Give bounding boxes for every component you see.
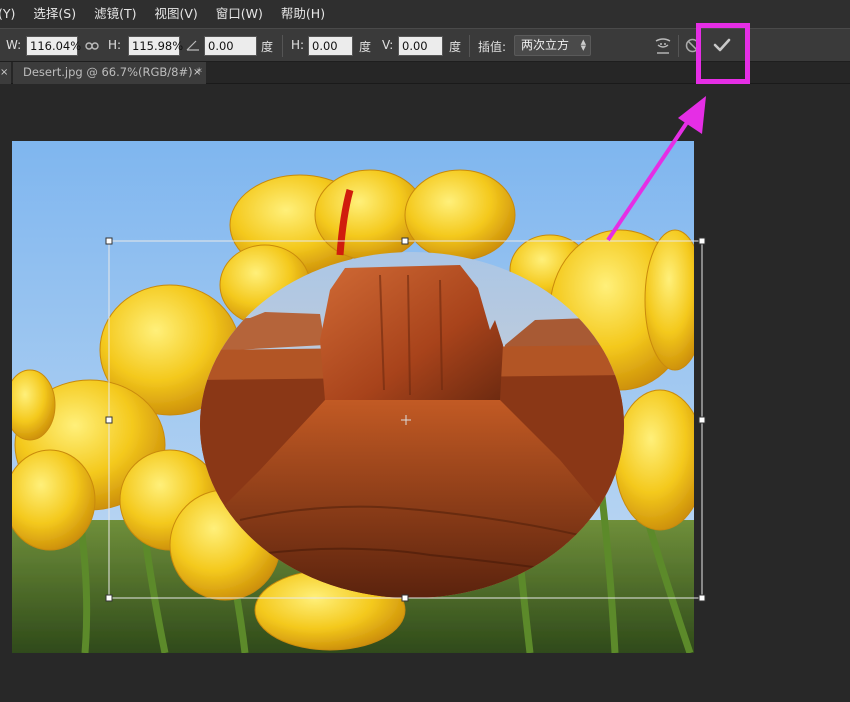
angle-unit: 度 bbox=[261, 40, 274, 54]
angle-field[interactable]: 0.00 bbox=[204, 36, 257, 56]
close-icon[interactable]: × bbox=[0, 62, 8, 83]
document-canvas[interactable] bbox=[0, 84, 850, 702]
divider bbox=[282, 35, 283, 57]
transform-handle[interactable] bbox=[698, 416, 706, 424]
transform-handle[interactable] bbox=[105, 237, 113, 245]
canvas-area bbox=[0, 84, 850, 702]
hskew-label: H: bbox=[291, 38, 305, 52]
width-label: W: bbox=[6, 38, 22, 52]
menu-help[interactable]: 帮助(H) bbox=[272, 0, 334, 28]
height-label: H: bbox=[108, 38, 122, 52]
transform-handle[interactable] bbox=[401, 237, 409, 245]
interpolation-label: 插值: bbox=[478, 40, 507, 54]
menu-window[interactable]: 窗口(W) bbox=[207, 0, 272, 28]
transform-handle[interactable] bbox=[105, 594, 113, 602]
divider bbox=[678, 35, 679, 57]
width-field[interactable]: 116.04% bbox=[26, 36, 81, 56]
hskew-field[interactable]: 0.00 bbox=[308, 36, 353, 56]
vskew-unit: 度 bbox=[449, 40, 462, 54]
annotation-highlight-box bbox=[696, 23, 750, 84]
menu-view[interactable]: 视图(V) bbox=[145, 0, 206, 28]
vskew-field[interactable]: 0.00 bbox=[398, 36, 443, 56]
interpolation-select[interactable]: 两次立方 ▲ ▼ bbox=[514, 35, 591, 56]
transform-handle[interactable] bbox=[401, 594, 409, 602]
vskew-label: V: bbox=[382, 38, 394, 52]
menu-filter[interactable]: 滤镜(T) bbox=[85, 0, 145, 28]
select-arrows-icon: ▲ ▼ bbox=[580, 38, 586, 52]
transform-handle[interactable] bbox=[698, 594, 706, 602]
link-icon[interactable] bbox=[85, 39, 99, 53]
divider bbox=[469, 35, 470, 57]
transform-handle[interactable] bbox=[698, 237, 706, 245]
tab-title: Desert.jpg @ 66.7%(RGB/8#) * bbox=[23, 65, 203, 79]
tab-desert[interactable]: Desert.jpg @ 66.7%(RGB/8#) * × bbox=[13, 62, 206, 84]
warp-icon[interactable] bbox=[654, 36, 672, 56]
hskew-unit: 度 bbox=[359, 40, 372, 54]
previous-tab[interactable]: × bbox=[0, 62, 11, 84]
interpolation-value: 两次立方 bbox=[521, 38, 570, 52]
height-field[interactable]: 115.98% bbox=[128, 36, 183, 56]
transform-handle[interactable] bbox=[105, 416, 113, 424]
angle-icon bbox=[186, 40, 199, 51]
menu-type[interactable]: (Y) bbox=[0, 0, 24, 28]
close-icon[interactable]: × bbox=[193, 62, 201, 83]
menu-select[interactable]: 选择(S) bbox=[24, 0, 85, 28]
